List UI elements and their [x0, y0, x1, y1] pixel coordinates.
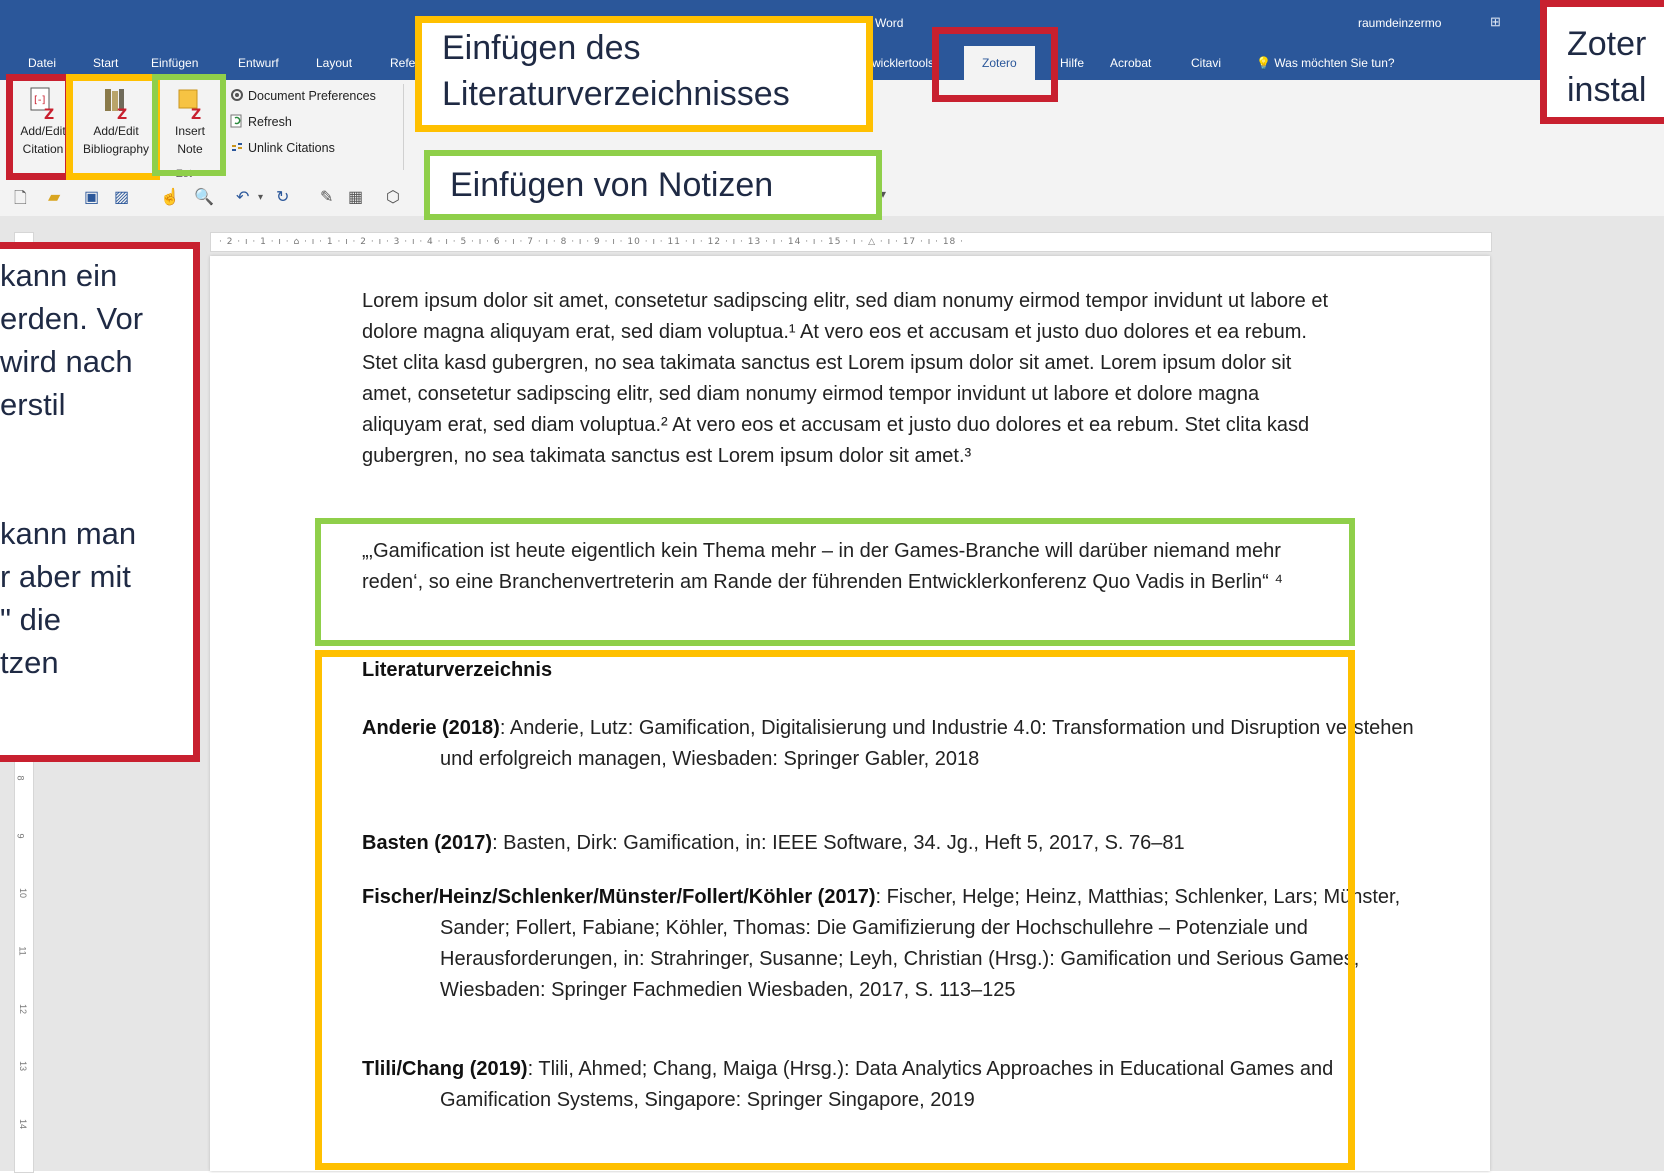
highlight-citation-button — [6, 74, 72, 180]
tell-me-label: Was möchten Sie tun? — [1274, 56, 1395, 70]
save-as-icon[interactable]: ▨ — [114, 187, 129, 207]
callout-bibliography-line2: Literaturverzeichnisses — [442, 75, 790, 113]
callout-bibliography: Einfügen des Literaturverzeichnisses — [415, 16, 873, 132]
vruler-number: 10 — [18, 887, 29, 899]
document-preferences-label: Document Preferences — [248, 89, 376, 103]
document-title: Word — [875, 16, 904, 30]
callout-left-line: erstil — [0, 387, 66, 422]
ruler-scale: · 2 · ı · 1 · ı · ⌂ · ı · 1 · ı · 2 · ı … — [219, 237, 964, 247]
table-icon[interactable]: ▦ — [348, 187, 363, 207]
vruler-number: 11 — [17, 946, 28, 956]
callout-install-line2: instal — [1567, 71, 1647, 109]
highlight-zotero-tab — [932, 27, 1058, 102]
tab-citavi[interactable]: Citavi — [1191, 56, 1221, 70]
callout-bibliography-line1: Einfügen des — [442, 29, 641, 67]
highlight-bibliography — [315, 650, 1355, 1170]
open-folder-icon[interactable]: ▰ — [48, 187, 60, 207]
callout-left-line: r aber mit — [0, 559, 131, 594]
callout-left-text: kann ein erden. Vor wird nach erstil kan… — [0, 254, 143, 684]
callout-left-line: kann ein — [0, 258, 118, 293]
tell-me-box[interactable]: 💡 Was möchten Sie tun? — [1256, 56, 1395, 70]
callout-left-line: " die — [0, 602, 61, 637]
undo-icon[interactable]: ↶ — [236, 187, 249, 207]
tab-datei[interactable]: Datei — [28, 56, 56, 70]
document-preferences-button[interactable]: Document Preferences — [230, 88, 376, 103]
callout-notes-text: Einfügen von Notizen — [450, 166, 774, 204]
tab-start[interactable]: Start — [93, 56, 118, 70]
vruler-number: 13 — [18, 1060, 29, 1072]
tab-einfuegen[interactable]: Einfügen — [151, 56, 198, 70]
tab-entwurf[interactable]: Entwurf — [238, 56, 279, 70]
user-name[interactable]: raumdeinzermo — [1358, 16, 1441, 30]
body-paragraph: Lorem ipsum dolor sit amet, consetetur s… — [362, 290, 1329, 467]
refresh-label: Refresh — [248, 115, 292, 129]
ribbon-display-options-icon[interactable]: ⊞ — [1490, 14, 1501, 30]
vruler-number: 14 — [18, 1118, 29, 1130]
unlink-icon — [230, 140, 244, 154]
shapes-icon[interactable]: ⬡ — [386, 187, 400, 207]
gear-icon — [230, 88, 244, 102]
lightbulb-icon: 💡 — [1256, 56, 1271, 70]
horizontal-ruler[interactable]: · 2 · ı · 1 · ı · ⌂ · ı · 1 · ı · 2 · ı … — [210, 232, 1492, 252]
vruler-number: 12 — [18, 1003, 29, 1015]
callout-notes: Einfügen von Notizen — [424, 150, 882, 220]
highlight-bibliography-button — [66, 74, 160, 180]
format-painter-icon[interactable]: ✎ — [320, 187, 333, 207]
touch-mode-icon[interactable]: ☝ — [160, 187, 180, 207]
callout-install: Zoter instal — [1540, 0, 1664, 124]
unlink-citations-label: Unlink Citations — [248, 141, 335, 155]
tab-entwicklertools[interactable]: wicklertools — [872, 56, 934, 70]
callout-left-line: tzen — [0, 645, 59, 680]
unlink-citations-button[interactable]: Unlink Citations — [230, 140, 335, 155]
tab-acrobat[interactable]: Acrobat — [1110, 56, 1151, 70]
ribbon-separator — [403, 84, 404, 170]
new-document-icon[interactable]: 🗋 — [14, 187, 27, 214]
refresh-icon — [230, 114, 244, 128]
highlight-note-button — [152, 74, 226, 176]
save-icon[interactable]: ▣ — [84, 187, 99, 207]
refresh-button[interactable]: Refresh — [230, 114, 292, 129]
tab-hilfe[interactable]: Hilfe — [1060, 56, 1084, 70]
print-preview-icon[interactable]: 🔍 — [194, 187, 214, 207]
vruler-number: 8 — [15, 775, 26, 781]
callout-left-line: erden. Vor — [0, 301, 144, 336]
undo-dropdown-icon[interactable]: ▾ — [258, 192, 263, 203]
tab-layout[interactable]: Layout — [316, 56, 352, 70]
vruler-number: 9 — [15, 833, 26, 839]
tab-referenzen[interactable]: Refe — [390, 56, 415, 70]
callout-install-line1: Zoter — [1567, 25, 1647, 63]
callout-left-line: wird nach — [0, 344, 133, 379]
callout-left-line: kann man — [0, 516, 137, 551]
highlight-quote-note — [315, 518, 1355, 646]
redo-icon[interactable]: ↻ — [276, 187, 289, 207]
